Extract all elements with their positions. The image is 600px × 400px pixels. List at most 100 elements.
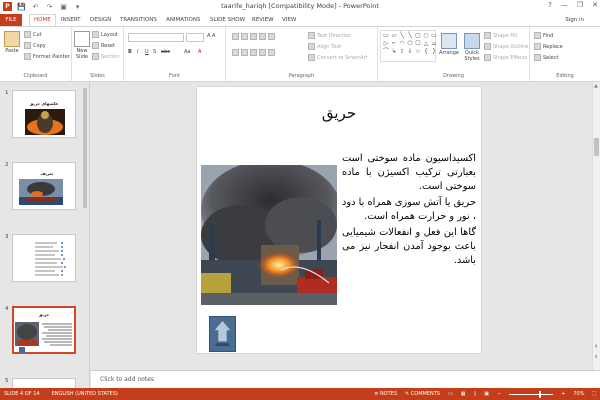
notes-pane[interactable]: Click to add notes — [91, 370, 600, 388]
copy-button[interactable]: Copy — [24, 42, 46, 49]
close-icon[interactable]: ✕ — [592, 1, 598, 9]
next-slide-icon[interactable]: ⇟ — [594, 354, 598, 360]
convert-smartart-button[interactable]: Convert to SmartArt — [308, 54, 368, 61]
zoom-in-icon[interactable]: + — [561, 388, 565, 400]
tab-insert[interactable]: INSERT — [61, 14, 80, 26]
fit-to-window-icon[interactable]: ⛶ — [592, 388, 596, 400]
bold-button[interactable]: B — [128, 49, 132, 55]
normal-view-icon[interactable]: ▭ — [448, 388, 453, 400]
tab-home[interactable]: HOME — [29, 14, 56, 26]
slide-thumbnail-5[interactable] — [12, 378, 76, 388]
shape-option-icon[interactable]: ⇩ — [406, 48, 414, 56]
tab-review[interactable]: REVIEW — [252, 14, 274, 26]
italic-button[interactable]: I — [137, 49, 138, 55]
firefighter-image — [25, 109, 65, 135]
comments-toggle[interactable]: ✎ COMMENTS — [405, 388, 440, 400]
shapes-gallery[interactable]: ▭ ▱ ╲ ╲ ▢ ○ ▭ ▷ ⌐ ◠ ⬠ ☐ △ ⌓ ⌒ ↳ ⇧ ⇩ ☆{} — [380, 30, 438, 62]
shape-option-icon[interactable]: ☆ — [414, 48, 422, 56]
bullets-button[interactable] — [232, 33, 275, 40]
slide-title[interactable]: حریق — [197, 104, 481, 122]
grow-font-button[interactable]: A A — [207, 33, 215, 39]
fire-smoke-photo[interactable] — [201, 165, 337, 305]
minimize-icon[interactable]: — — [561, 1, 568, 9]
tab-transitions[interactable]: TRANSITIONS — [120, 14, 157, 26]
shape-fill-button[interactable]: Shape Fill — [484, 32, 517, 39]
slide-vertical-scrollbar[interactable]: ▲ ⇞ ⇟ — [592, 82, 600, 370]
help-icon[interactable]: ? — [548, 1, 552, 9]
tab-slide-show[interactable]: SLIDE SHOW — [210, 14, 245, 26]
restore-icon[interactable]: ❐ — [577, 1, 583, 9]
shape-option-icon[interactable]: ⌒ — [382, 48, 390, 56]
slide-thumbnail-pane[interactable]: 1 عکسهای حریق 2 تعریف 3 4 حریق 5 — [0, 82, 90, 388]
replace-button[interactable]: Replace — [534, 43, 563, 50]
shape-option-icon[interactable]: ☐ — [414, 40, 422, 48]
reading-view-icon[interactable]: ▯ — [473, 388, 476, 400]
shape-option-icon[interactable]: ○ — [422, 32, 430, 40]
slide-thumbnail-4-selected[interactable]: حریق — [12, 306, 76, 354]
new-slide-button[interactable]: New Slide — [72, 31, 92, 60]
quick-styles-button[interactable]: Quick Styles — [462, 33, 482, 62]
font-color-button[interactable]: A — [198, 49, 201, 55]
emblem-image[interactable] — [209, 316, 236, 352]
shape-option-icon[interactable]: ▭ — [382, 32, 390, 40]
tab-animations[interactable]: ANIMATIONS — [166, 14, 201, 26]
shape-option-icon[interactable]: } — [430, 48, 438, 56]
zoom-slider-handle[interactable] — [539, 390, 542, 398]
slide-thumbnail-1[interactable]: عکسهای حریق — [12, 90, 76, 138]
change-case-button[interactable]: Aa — [184, 49, 190, 55]
font-name-select[interactable] — [128, 33, 184, 42]
slide-thumbnail-2[interactable]: تعریف — [12, 162, 76, 210]
scroll-up-icon[interactable]: ▲ — [594, 83, 598, 89]
thumbnail-scrollbar[interactable] — [82, 82, 88, 382]
zoom-out-icon[interactable]: − — [497, 388, 501, 400]
zoom-slider[interactable] — [509, 390, 554, 398]
tab-view[interactable]: VIEW — [282, 14, 296, 26]
shape-option-icon[interactable]: ▢ — [414, 32, 422, 40]
format-painter-button[interactable]: Format Painter — [24, 53, 70, 60]
slide-sorter-icon[interactable]: ▦ — [461, 388, 466, 400]
tab-file[interactable]: FILE — [0, 14, 22, 26]
section-button[interactable]: Section — [92, 53, 120, 60]
shape-option-icon[interactable]: ↳ — [390, 48, 398, 56]
tab-design[interactable]: DESIGN — [90, 14, 111, 26]
layout-button[interactable]: Layout — [92, 31, 118, 38]
shape-option-icon[interactable]: { — [422, 48, 430, 56]
reset-button[interactable]: Reset — [92, 42, 115, 49]
thumbnail-scroll-thumb[interactable] — [83, 88, 87, 208]
shape-option-icon[interactable]: ▭ — [430, 32, 438, 40]
underline-button[interactable]: U — [145, 49, 149, 55]
shape-option-icon[interactable]: ⌐ — [390, 40, 398, 48]
sign-in-link[interactable]: Sign in — [565, 14, 584, 26]
slide-thumbnail-3[interactable] — [12, 234, 76, 282]
find-button[interactable]: Find — [534, 32, 553, 39]
shape-option-icon[interactable]: ╲ — [398, 32, 406, 40]
notes-toggle[interactable]: ≡ NOTES — [374, 388, 397, 400]
shape-effects-button[interactable]: Shape Effects — [484, 54, 527, 61]
text-direction-button[interactable]: Text Direction — [308, 32, 351, 39]
shape-outline-button[interactable]: Shape Outline — [484, 43, 528, 50]
paste-button[interactable]: Paste — [3, 31, 21, 54]
language-indicator[interactable]: ENGLISH (UNITED STATES) — [52, 388, 118, 400]
zoom-level[interactable]: 70% — [573, 388, 584, 400]
font-size-select[interactable] — [186, 33, 204, 42]
shape-option-icon[interactable]: ◠ — [398, 40, 406, 48]
align-text-button[interactable]: Align Text — [308, 43, 341, 50]
shape-option-icon[interactable]: ⬠ — [406, 40, 414, 48]
shape-option-icon[interactable]: ⌓ — [430, 40, 438, 48]
select-button[interactable]: Select — [534, 54, 558, 61]
slide-body-text[interactable]: اکسیداسیون ماده سوختی است بعبارتی ترکیب … — [342, 152, 476, 270]
shape-option-icon[interactable]: ▱ — [390, 32, 398, 40]
strikethrough-button[interactable]: abc — [161, 49, 170, 55]
cut-button[interactable]: Cut — [24, 31, 42, 38]
shape-option-icon[interactable]: △ — [422, 40, 430, 48]
align-buttons[interactable] — [232, 49, 275, 56]
previous-slide-icon[interactable]: ⇞ — [594, 344, 598, 350]
slideshow-view-icon[interactable]: ▣ — [484, 388, 489, 400]
shadow-button[interactable]: S — [153, 49, 156, 55]
slide-scroll-thumb[interactable] — [594, 138, 599, 156]
shape-option-icon[interactable]: ╲ — [406, 32, 414, 40]
slide-canvas[interactable]: حریق اکسیداسیون ماده سوختی است بعبارتی ت… — [197, 87, 481, 353]
shape-option-icon[interactable]: ⇧ — [398, 48, 406, 56]
arrange-button[interactable]: Arrange — [438, 33, 460, 56]
shape-option-icon[interactable]: ▷ — [382, 40, 390, 48]
